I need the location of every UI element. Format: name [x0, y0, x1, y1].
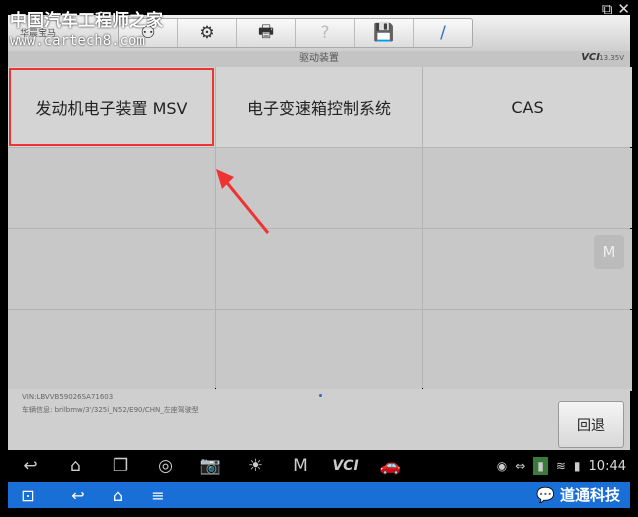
vci-status: VCI [581, 52, 600, 63]
page-title: 驱动装置 [299, 53, 339, 64]
page-indicator [319, 394, 322, 397]
module-grid: 发动机电子装置 MSV 电子变速箱控制系统 CAS [8, 67, 632, 391]
vehicle-info-panel: VIN:LBVVB59026SA71603 车辆信息: brilbmw/3'/3… [8, 389, 630, 450]
title-bar: 驱动装置 VCI 13.35V [8, 51, 630, 68]
module-cell[interactable] [8, 229, 215, 309]
module-cell[interactable]: CAS [423, 67, 632, 147]
android-system-bar: ↩ ⌂ ❐ ◎ 📷 ☀ M VCI 🚗 ◉ ⇔ ▮ ≋ ▮ 10:44 [8, 450, 630, 482]
wifi-icon: ≋ [555, 459, 566, 473]
chrome-icon[interactable]: ◎ [143, 456, 188, 476]
red-arrow-annotation [216, 169, 270, 234]
module-cell[interactable] [423, 148, 632, 228]
teamviewer-icon: ⇔ [515, 459, 526, 473]
home-icon[interactable]: ⌂ [53, 456, 98, 476]
module-cell[interactable]: 电子变速箱控制系统 [216, 67, 422, 147]
car-icon[interactable]: 🚗 [368, 456, 413, 476]
save-icon[interactable]: 💾 [355, 19, 414, 47]
module-cell[interactable] [8, 148, 215, 228]
back-arrow-icon[interactable]: ↩ [8, 456, 53, 476]
vehicle-info-text: 车辆信息: brilbmw/3'/325i_N52/E90/CHN_左座驾驶型 [22, 406, 199, 414]
recent-apps-icon[interactable]: ❐ [98, 456, 143, 476]
battery-icon: ▮ [573, 459, 581, 473]
watermark: 中国汽车工程师之家 www.cartech8.com 华晨宝马 [10, 11, 163, 49]
vin-text: VIN:LBVVB59026SA71603 [22, 393, 114, 401]
maxisys-icon[interactable]: M [278, 456, 323, 476]
back-button[interactable]: 回退 [558, 401, 624, 448]
home-outline-icon[interactable]: ⌂ [98, 486, 138, 505]
undo-icon[interactable]: ↩ [58, 486, 98, 505]
remote-nav-bar: ⊡ ↩ ⌂ ≡ 💬 道通科技 [8, 482, 630, 508]
module-cell[interactable] [423, 310, 632, 391]
wechat-icon: 💬 [536, 486, 555, 504]
gear-icon[interactable]: ⚙ [178, 19, 237, 47]
eye-icon: ◉ [496, 459, 508, 473]
module-cell[interactable] [216, 310, 422, 391]
teamviewer-icon[interactable]: ⊡ [8, 486, 48, 505]
module-cell[interactable]: 发动机电子装置 MSV [8, 67, 215, 147]
printer-icon[interactable]: 🖶 [237, 19, 296, 47]
pen-icon[interactable]: / [414, 19, 472, 47]
battery-voltage: 13.35V [599, 54, 624, 62]
floating-m-button[interactable]: M [594, 235, 624, 269]
mic-icon: ▮ [533, 457, 548, 475]
wechat-label: 💬 道通科技 [536, 486, 620, 504]
menu-icon[interactable]: ≡ [138, 486, 178, 505]
camera-icon[interactable]: 📷 [188, 456, 233, 476]
module-cell[interactable] [216, 229, 422, 309]
clock: 10:44 [588, 458, 626, 474]
brightness-icon[interactable]: ☀ [233, 456, 278, 476]
module-cell[interactable] [8, 310, 215, 391]
help-icon[interactable]: ? [296, 19, 355, 47]
status-area: ◉ ⇔ ▮ ≋ ▮ 10:44 [497, 450, 626, 482]
vci-icon[interactable]: VCI [323, 458, 368, 474]
